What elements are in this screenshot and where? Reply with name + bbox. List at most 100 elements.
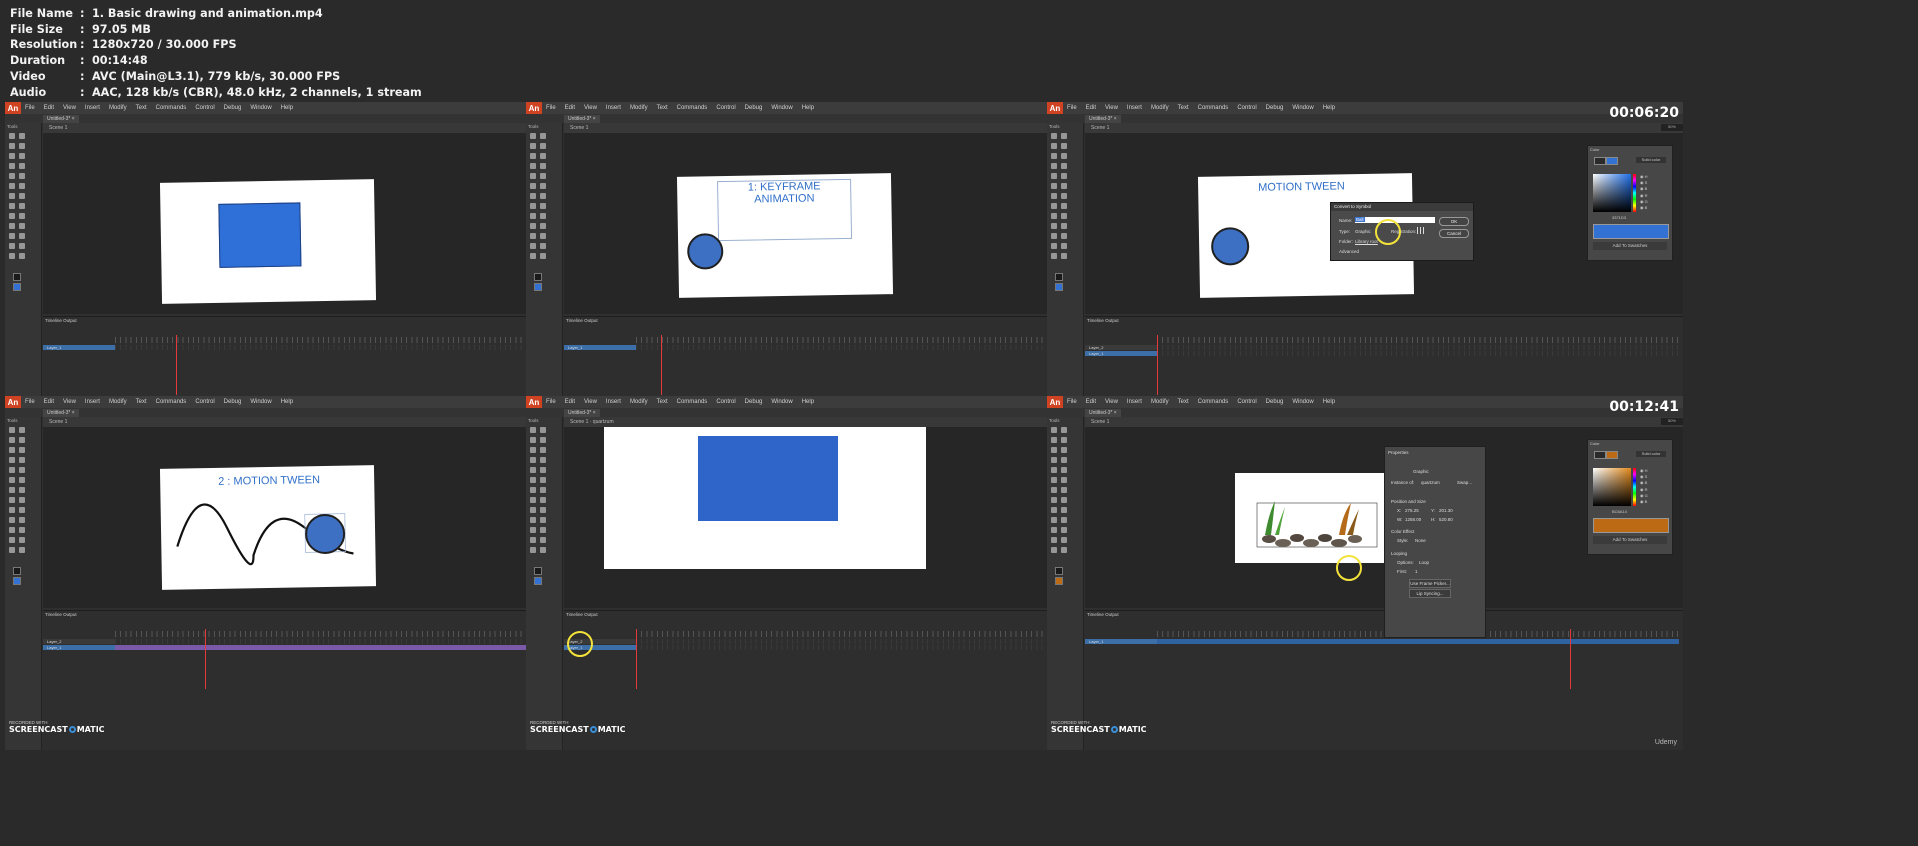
menu-item[interactable]: Modify [630, 399, 648, 405]
menu-item[interactable]: View [1105, 105, 1118, 111]
menu-item[interactable]: Insert [85, 105, 100, 111]
tool-icon[interactable] [540, 427, 546, 433]
hue-slider[interactable] [1633, 174, 1636, 212]
stroke-color-chip[interactable] [1594, 157, 1606, 165]
tool-icon[interactable] [9, 243, 15, 249]
scene-label[interactable]: Scene 1 [1091, 125, 1109, 131]
tool-icon[interactable] [1051, 173, 1057, 179]
menu-item[interactable]: Control [1237, 105, 1256, 111]
menu-item[interactable]: Text [136, 399, 147, 405]
lip-syncing-button[interactable]: Lip Syncing... [1409, 589, 1451, 598]
tool-icon[interactable] [540, 537, 546, 543]
tool-icon[interactable] [1061, 447, 1067, 453]
menu-item[interactable]: View [1105, 399, 1118, 405]
timeline-layer[interactable]: Layer_1 [43, 645, 117, 650]
menu-item[interactable]: Help [1323, 399, 1335, 405]
menu-item[interactable]: View [584, 105, 597, 111]
menu-item[interactable]: Edit [1086, 399, 1096, 405]
w-value[interactable]: 1258.00 [1405, 517, 1421, 522]
playhead[interactable] [176, 335, 177, 395]
tool-icon[interactable] [530, 427, 536, 433]
tool-icon[interactable] [1051, 457, 1057, 463]
menu-item[interactable]: Text [1178, 399, 1189, 405]
tool-icon[interactable] [1051, 243, 1057, 249]
menu-item[interactable]: Edit [44, 105, 54, 111]
tool-icon[interactable] [530, 223, 536, 229]
tool-icon[interactable] [1061, 153, 1067, 159]
menu-item[interactable]: Commands [1198, 399, 1229, 405]
tool-icon[interactable] [540, 507, 546, 513]
tool-icon[interactable] [540, 243, 546, 249]
menu-item[interactable]: Debug [1266, 399, 1284, 405]
tool-icon[interactable] [530, 507, 536, 513]
tool-icon[interactable] [9, 437, 15, 443]
scene-label[interactable]: Scene 1 [570, 125, 588, 131]
tool-icon[interactable] [1061, 507, 1067, 513]
fill-color-swatch[interactable] [534, 283, 542, 291]
menu-item[interactable]: Help [281, 399, 293, 405]
menu-item[interactable]: Debug [745, 399, 763, 405]
color-picker-area[interactable] [1593, 174, 1631, 212]
layer-frames[interactable] [1157, 639, 1679, 644]
tool-icon[interactable] [19, 497, 25, 503]
tool-icon[interactable] [9, 547, 15, 553]
menu-item[interactable]: Edit [44, 399, 54, 405]
menu-item[interactable]: File [546, 105, 556, 111]
hue-slider[interactable] [1633, 468, 1636, 506]
tool-icon[interactable] [19, 447, 25, 453]
tool-icon[interactable] [9, 163, 15, 169]
style-select[interactable]: None [1415, 538, 1426, 543]
timeline-layer[interactable]: Layer_2 [1085, 345, 1159, 350]
h-value[interactable]: 520.80 [1439, 517, 1453, 522]
tool-icon[interactable] [19, 487, 25, 493]
tool-icon[interactable] [1061, 163, 1067, 169]
tool-icon[interactable] [1051, 183, 1057, 189]
tool-icon[interactable] [9, 427, 15, 433]
first-frame-input[interactable]: 1 [1415, 569, 1418, 574]
stroke-color-swatch[interactable] [13, 273, 21, 281]
cancel-button[interactable]: Cancel [1439, 229, 1469, 238]
stroke-color-swatch[interactable] [13, 567, 21, 575]
tool-icon[interactable] [1051, 487, 1057, 493]
tool-icon[interactable] [9, 537, 15, 543]
stroke-color-swatch[interactable] [1055, 273, 1063, 281]
options-select[interactable]: Loop [1419, 560, 1429, 565]
menu-item[interactable]: Control [195, 399, 214, 405]
document-tab[interactable]: Untitled-3* × [1085, 115, 1121, 123]
menu-item[interactable]: Commands [1198, 105, 1229, 111]
tool-icon[interactable] [9, 223, 15, 229]
tool-icon[interactable] [9, 507, 15, 513]
y-value[interactable]: 201.30 [1439, 508, 1453, 513]
tool-icon[interactable] [530, 517, 536, 523]
tool-icon[interactable] [530, 183, 536, 189]
tool-icon[interactable] [1051, 143, 1057, 149]
menu-item[interactable]: File [1067, 399, 1077, 405]
tool-icon[interactable] [530, 203, 536, 209]
tool-icon[interactable] [540, 163, 546, 169]
tool-icon[interactable] [1061, 497, 1067, 503]
registration-grid-icon[interactable] [1417, 227, 1424, 234]
menu-item[interactable]: Control [195, 105, 214, 111]
tool-icon[interactable] [9, 477, 15, 483]
layer-frames[interactable] [1157, 345, 1679, 350]
tool-icon[interactable] [9, 527, 15, 533]
folder-link[interactable]: Library root [1355, 239, 1378, 244]
menu-item[interactable]: Window [771, 399, 792, 405]
fill-color-swatch[interactable] [1055, 283, 1063, 291]
tool-icon[interactable] [1061, 253, 1067, 259]
tool-icon[interactable] [19, 427, 25, 433]
tool-icon[interactable] [19, 477, 25, 483]
menu-item[interactable]: Edit [1086, 105, 1096, 111]
motion-path[interactable] [160, 465, 376, 590]
menu-item[interactable]: Commands [156, 105, 187, 111]
tool-icon[interactable] [1051, 153, 1057, 159]
fill-color-swatch[interactable] [13, 577, 21, 585]
menu-item[interactable]: Insert [606, 399, 621, 405]
tool-icon[interactable] [540, 143, 546, 149]
tool-icon[interactable] [9, 133, 15, 139]
menu-item[interactable]: Text [657, 399, 668, 405]
menu-item[interactable]: Window [250, 105, 271, 111]
fill-color-chip[interactable] [1606, 451, 1618, 459]
document-tab[interactable]: Untitled-3* × [1085, 409, 1121, 417]
tool-icon[interactable] [540, 183, 546, 189]
